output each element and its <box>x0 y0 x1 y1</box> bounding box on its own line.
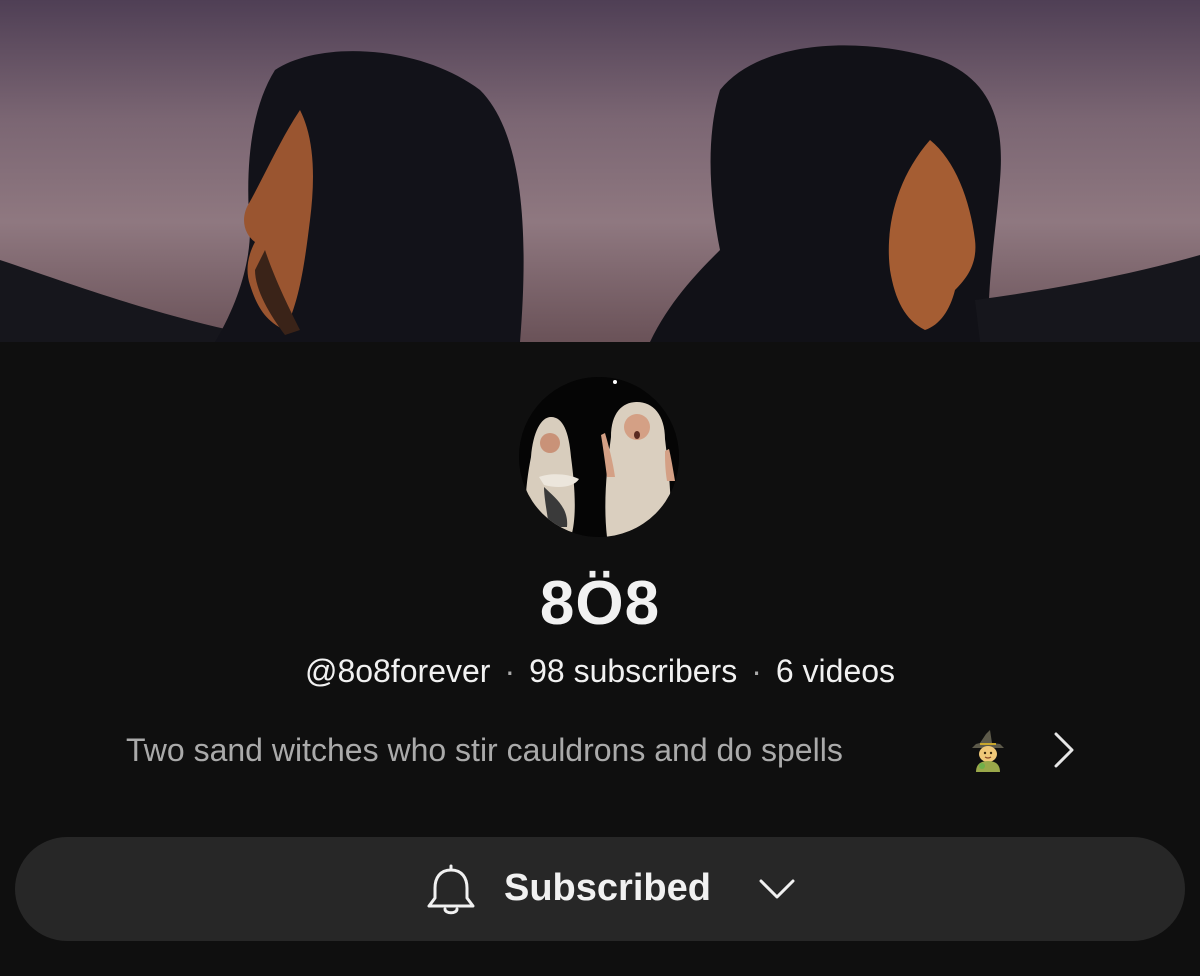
subscribed-button[interactable]: Subscribed <box>15 837 1185 941</box>
avatar-image <box>519 377 679 537</box>
banner-image <box>0 0 1200 342</box>
channel-banner <box>0 0 1200 342</box>
video-count: 6 videos <box>775 653 896 689</box>
separator-dot: · <box>504 653 516 689</box>
witch-emoji-icon <box>966 728 1010 772</box>
channel-name: 8Ö8 <box>539 569 661 638</box>
channel-description-row[interactable]: Two sand witches who stir cauldrons and … <box>0 728 1200 772</box>
channel-handle: @8o8forever <box>304 653 491 689</box>
channel-avatar[interactable] <box>519 377 679 537</box>
separator-dot: · <box>751 653 762 689</box>
channel-description: Two sand witches who stir cauldrons and … <box>126 732 843 768</box>
chevron-right-icon[interactable] <box>1048 730 1078 770</box>
bell-icon <box>425 862 477 918</box>
subscriber-count: 98 subscribers <box>529 653 738 689</box>
subscribed-label: Subscribed <box>504 867 711 909</box>
chevron-down-icon <box>757 877 797 901</box>
channel-page: 8Ö8 @8o8forever · 98 subscribers · 6 videos … <box>0 0 1200 976</box>
channel-meta: @8o8forever · 98 subscribers · 6 videos <box>0 650 1200 692</box>
